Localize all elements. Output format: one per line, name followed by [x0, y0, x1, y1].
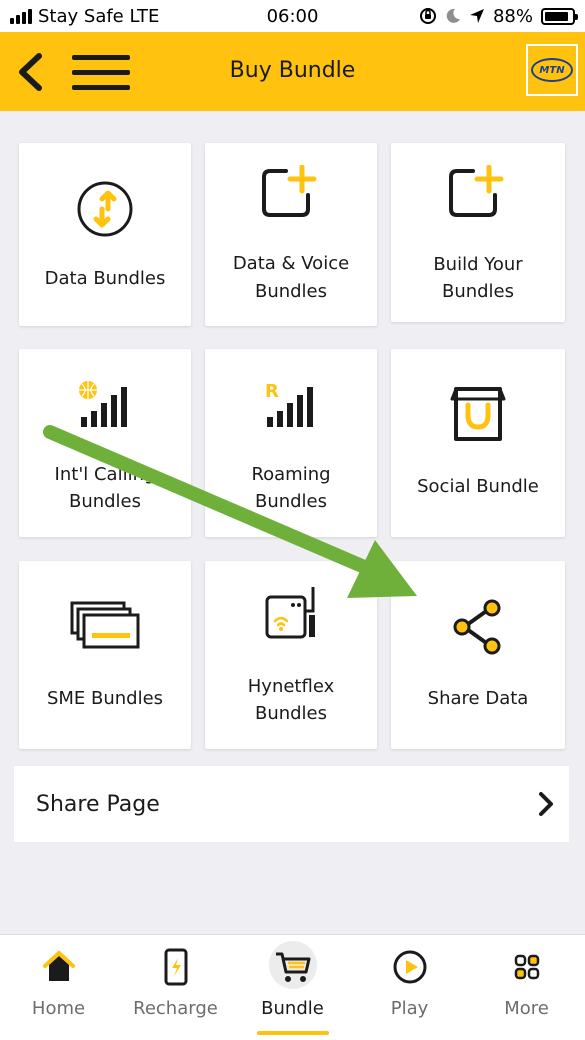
- nav-label: Bundle: [261, 998, 324, 1019]
- tile-label: SME Bundles: [46, 688, 164, 709]
- tile-label-line1: Roaming: [251, 464, 331, 485]
- phone-recharge-icon: [163, 947, 189, 987]
- tile-label-line1: Data & Voice: [232, 253, 350, 274]
- data-transfer-icon: [19, 179, 191, 239]
- roaming-signal-icon: R: [205, 379, 377, 429]
- tile-data-voice-bundles[interactable]: Data & Voice Bundles: [205, 143, 377, 326]
- tile-share-data[interactable]: Share Data: [391, 561, 565, 749]
- nav-item-bundle[interactable]: Bundle: [234, 935, 351, 1040]
- status-left: Stay Safe LTE: [10, 6, 159, 27]
- status-bar: Stay Safe LTE 06:00 88%: [0, 0, 585, 32]
- nav-label: Home: [31, 998, 86, 1019]
- tile-label-line2: Bundles: [441, 281, 515, 302]
- nav-label: Recharge: [133, 998, 218, 1019]
- tile-label-line2: Bundles: [254, 281, 328, 302]
- nav-item-home[interactable]: Home: [0, 935, 117, 1040]
- tile-label: Share Data: [427, 688, 529, 709]
- tile-label-line2: Bundles: [68, 491, 142, 512]
- router-icon: [205, 585, 377, 641]
- nav-active-underline: [256, 1031, 329, 1035]
- tile-label-line2: Bundles: [254, 491, 328, 512]
- battery-percent: 88%: [492, 5, 533, 27]
- cell-signal-icon: [10, 8, 32, 24]
- tile-social-bundle[interactable]: Social Bundle: [391, 349, 565, 537]
- app-header: Buy Bundle MTN: [0, 32, 585, 111]
- share-page-label: Share Page: [36, 791, 160, 817]
- bottom-nav: Home Recharge Bundle Play More: [0, 934, 585, 1040]
- tile-data-bundles[interactable]: Data Bundles: [19, 143, 191, 326]
- back-button[interactable]: [12, 50, 48, 94]
- tile-label-line1: Build Your: [433, 254, 523, 275]
- globe-signal-icon: [19, 379, 191, 429]
- stacked-cards-icon: [19, 601, 191, 651]
- hamburger-menu-button[interactable]: [72, 50, 130, 94]
- tile-label: Social Bundle: [417, 476, 539, 497]
- nav-item-play[interactable]: Play: [351, 935, 468, 1040]
- moon-icon: [446, 8, 460, 23]
- tile-label-line2: Bundles: [254, 703, 328, 724]
- tile-hynetflex-bundles[interactable]: Hynetflex Bundles: [205, 561, 377, 749]
- battery-icon: [541, 7, 578, 25]
- share-page-row[interactable]: Share Page: [14, 766, 569, 842]
- svg-text:R: R: [265, 381, 279, 402]
- nav-label: More: [504, 998, 549, 1019]
- tile-roaming-bundles[interactable]: R Roaming Bundles: [205, 349, 377, 537]
- shopping-bag-icon: [391, 385, 565, 443]
- tile-label-line1: Hynetflex: [247, 676, 335, 697]
- nav-item-more[interactable]: More: [468, 935, 585, 1040]
- nav-item-recharge[interactable]: Recharge: [117, 935, 234, 1040]
- nav-label: Play: [390, 998, 429, 1019]
- tile-build-your-bundles[interactable]: Build Your Bundles: [391, 143, 565, 322]
- add-square-icon: [205, 165, 377, 221]
- mtn-logo: MTN: [526, 44, 578, 96]
- location-arrow-icon: [469, 9, 484, 23]
- tile-intl-calling-bundles[interactable]: Int'l Calling Bundles: [19, 349, 191, 537]
- home-icon: [42, 947, 76, 987]
- tile-sme-bundles[interactable]: SME Bundles: [19, 561, 191, 749]
- play-icon: [392, 947, 428, 987]
- carrier-label: Stay Safe LTE: [38, 5, 160, 27]
- rotation-lock-icon: [419, 8, 436, 24]
- tile-label-line1: Int'l Calling: [54, 464, 156, 485]
- chevron-left-icon: [19, 53, 42, 91]
- grid-icon: [514, 947, 540, 987]
- add-square-icon: [391, 165, 565, 221]
- share-icon: [391, 599, 565, 655]
- tile-label: Data Bundles: [44, 268, 166, 289]
- cart-icon: [274, 947, 312, 987]
- status-right: 88%: [419, 5, 578, 27]
- chevron-right-icon: [539, 792, 553, 816]
- mtn-logo-text: MTN: [531, 58, 573, 82]
